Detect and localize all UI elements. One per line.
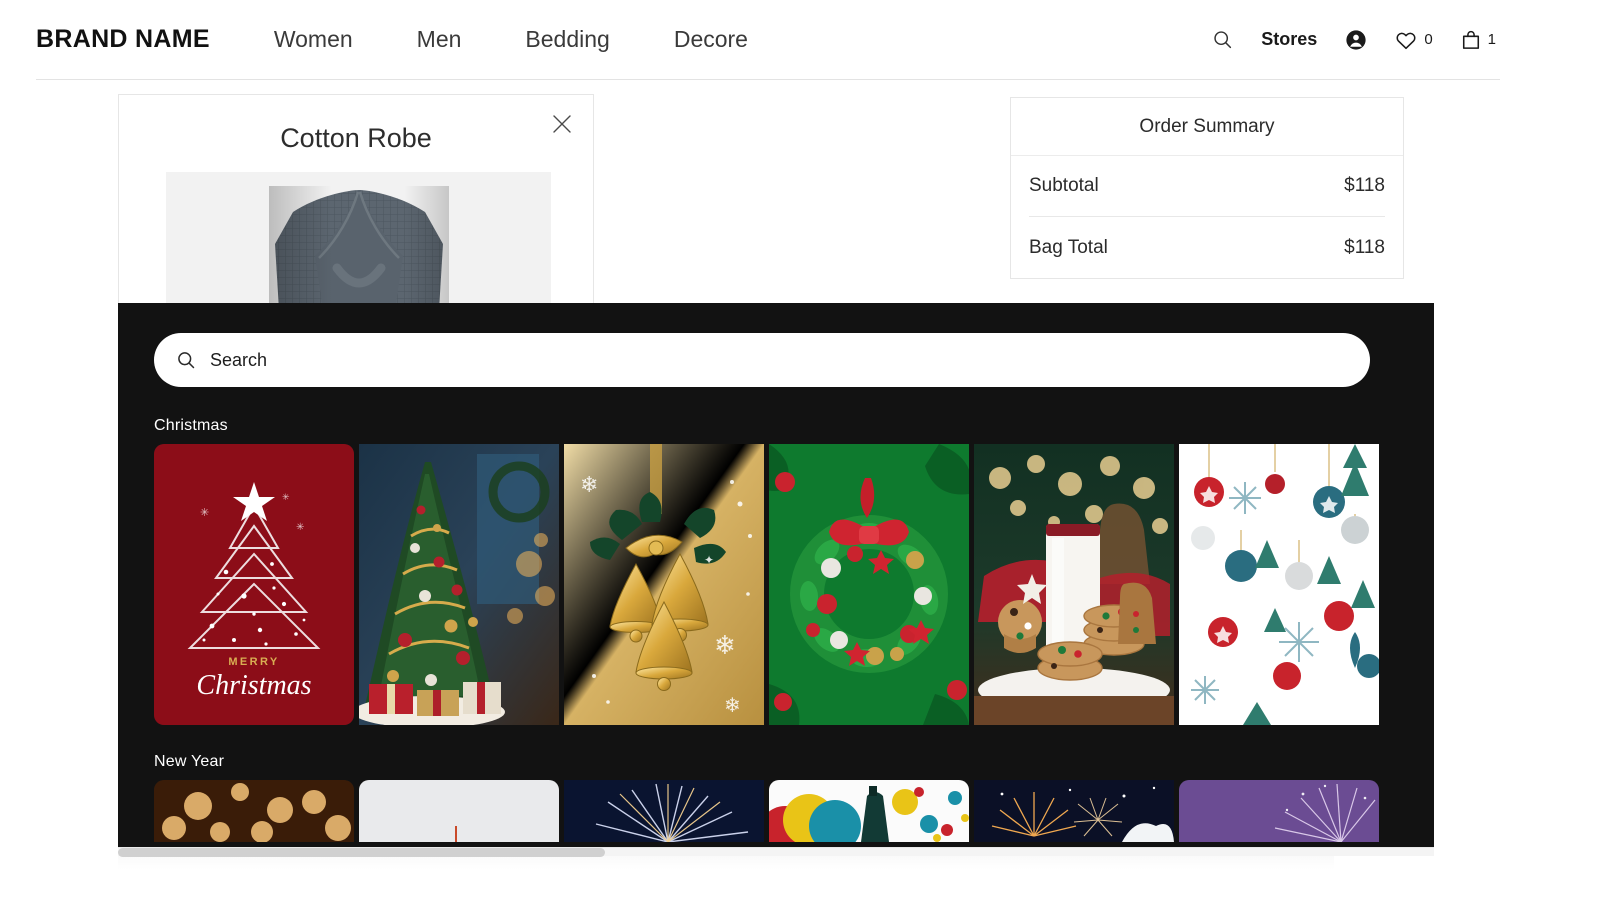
product-image[interactable] (166, 172, 551, 323)
wishlist-button[interactable]: 0 (1395, 30, 1433, 50)
order-summary-heading: Order Summary (1011, 98, 1403, 156)
balloons-confetti-art (769, 780, 969, 842)
bag-count: 1 (1487, 31, 1496, 48)
svg-text:❄: ❄ (714, 630, 736, 660)
search-placeholder: Search (210, 349, 268, 370)
site-header: BRAND NAME Women Men Bedding Decore Stor… (36, 0, 1500, 80)
card-caption-christmas: Christmas (196, 670, 312, 701)
bag-total-value: $118 (1344, 236, 1385, 258)
order-summary-row-bag-total: Bag Total $118 (1029, 217, 1385, 278)
tile-golden-bells[interactable]: ❄ ❄ ❄ ✦ (564, 444, 764, 725)
svg-text:✳: ✳ (296, 522, 304, 533)
bag-button[interactable]: 1 (1461, 29, 1496, 50)
close-icon[interactable] (549, 111, 575, 137)
nav-item-men[interactable]: Men (417, 26, 462, 53)
search-input[interactable]: Search (154, 333, 1370, 387)
section-label-christmas: Christmas (154, 417, 228, 434)
scrollbar-thumb[interactable] (118, 848, 605, 857)
horizontal-scrollbar[interactable] (118, 847, 1434, 857)
tile-decorated-christmas-tree[interactable] (359, 444, 559, 725)
nav-item-bedding[interactable]: Bedding (525, 26, 609, 53)
section-label-new-year: New Year (154, 753, 225, 770)
tile-balloons-and-confetti[interactable] (769, 780, 969, 842)
subtotal-label: Subtotal (1029, 175, 1099, 196)
bag-icon (1461, 29, 1481, 50)
stores-label: Stores (1261, 29, 1318, 49)
tile-row-christmas: ✳ ✳ ✳ MERRY Christmas ❄ ❄ ❄ ✦ (154, 444, 1379, 725)
header-search-button[interactable] (1212, 29, 1233, 50)
account-button[interactable] (1345, 29, 1367, 51)
order-summary-row-subtotal: Subtotal $118 (1029, 156, 1385, 217)
search-icon (176, 350, 196, 370)
tile-golden-bokeh-lights[interactable] (154, 780, 354, 842)
image-picker-overlay: Search Christmas ✳ ✳ ✳ MERRY Christmas ❄… (118, 303, 1434, 847)
bokeh-art (154, 780, 354, 842)
wreath-art (769, 444, 969, 725)
svg-text:❄: ❄ (724, 695, 741, 717)
search-icon (1212, 29, 1233, 50)
page-shadow (118, 856, 1334, 870)
milk-cookies-art (974, 444, 1174, 725)
bag-total-label: Bag Total (1029, 236, 1108, 258)
product-card: Cotton Robe (118, 94, 594, 324)
account-icon (1345, 29, 1367, 51)
tile-blue-fireworks[interactable] (564, 780, 764, 842)
svg-text:✦: ✦ (704, 553, 714, 567)
tree-photo-art (359, 444, 559, 725)
tile-purple-fireworks[interactable] (1179, 780, 1379, 842)
golden-bells-art: ❄ ❄ ❄ ✦ (564, 444, 764, 725)
svg-text:✳: ✳ (282, 492, 290, 502)
subtotal-value: $118 (1344, 175, 1385, 196)
tile-milk-and-cookies[interactable] (974, 444, 1174, 725)
wishlist-count: 0 (1424, 31, 1433, 48)
purple-fireworks-art (1179, 780, 1379, 842)
tile-green-wreath[interactable] (769, 444, 969, 725)
ornament-pattern-art (1179, 444, 1379, 725)
tile-row-new-year (154, 780, 1379, 842)
order-summary-panel: Order Summary Subtotal $118 Bag Total $1… (1010, 97, 1404, 279)
blue-fireworks-art (564, 780, 764, 842)
tile-merry-christmas-card[interactable]: ✳ ✳ ✳ MERRY Christmas (154, 444, 354, 725)
white-celebration-art (359, 780, 559, 842)
card-caption-merry: MERRY (228, 656, 280, 668)
page-root: BRAND NAME Women Men Bedding Decore Stor… (0, 0, 1600, 900)
stores-link[interactable]: Stores (1261, 29, 1317, 50)
brand-logo[interactable]: BRAND NAME (36, 25, 210, 54)
nav-item-women[interactable]: Women (274, 26, 353, 53)
svg-text:❄: ❄ (580, 472, 598, 497)
tile-fireworks-night-sky[interactable] (974, 780, 1174, 842)
heart-icon (1395, 30, 1417, 50)
product-title: Cotton Robe (280, 123, 432, 153)
svg-text:✳: ✳ (200, 507, 209, 519)
tile-white-celebration[interactable] (359, 780, 559, 842)
fireworks-night-art (974, 780, 1174, 842)
header-actions: Stores 0 1 (1212, 29, 1500, 51)
main-navigation: Women Men Bedding Decore (274, 26, 748, 53)
nav-item-decore[interactable]: Decore (674, 26, 748, 53)
tile-ornament-pattern[interactable] (1179, 444, 1379, 725)
